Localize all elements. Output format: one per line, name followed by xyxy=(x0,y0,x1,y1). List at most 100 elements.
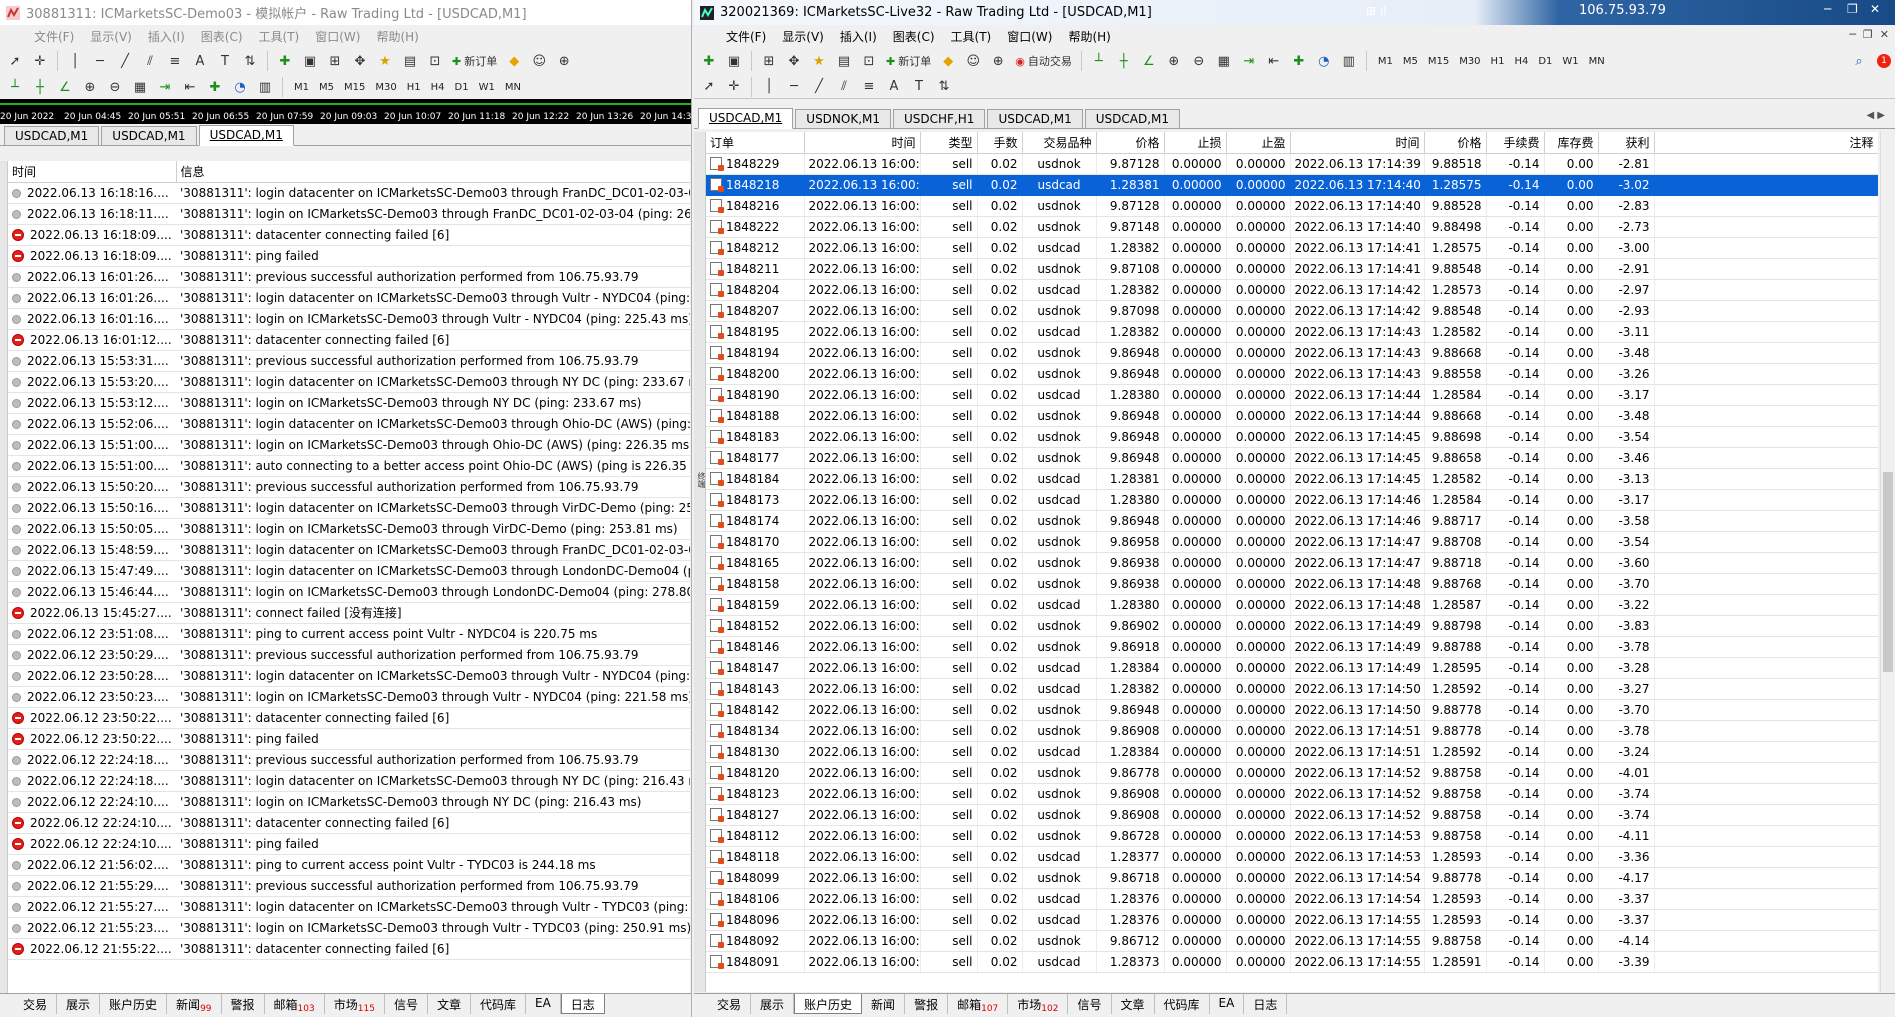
mdi-controls[interactable]: ─ ❐ ✕ xyxy=(1849,28,1889,41)
journal-row[interactable]: 2022.06.12 23:51:08.... '30881311': ping … xyxy=(8,623,690,645)
new-order-button[interactable]: ✚ 新订单 xyxy=(883,50,934,72)
profiles-icon[interactable]: ▣ xyxy=(723,50,745,72)
bottom-tab[interactable]: 市场115 xyxy=(325,994,385,1014)
templates-icon[interactable]: ▥ xyxy=(254,76,276,98)
history-scrollbar[interactable] xyxy=(1880,132,1895,992)
label-icon[interactable]: T xyxy=(214,50,236,72)
market-watch-icon[interactable]: ⊞ xyxy=(758,50,780,72)
timeframe-button[interactable]: M5 xyxy=(314,82,339,93)
bottom-tab[interactable]: 信号 xyxy=(1068,994,1112,1014)
chart-tab[interactable]: USDCAD,M1 xyxy=(4,126,100,145)
restore-icon[interactable]: ❐ xyxy=(1847,2,1858,16)
channel-icon[interactable]: ⫽ xyxy=(833,76,855,98)
timeframe-button[interactable]: W1 xyxy=(1557,56,1583,67)
history-row[interactable]: 18481772022.06.13 16:00:30sell0.02usdnok… xyxy=(706,447,1878,469)
history-row[interactable]: 18481232022.06.13 16:00:26sell0.02usdnok… xyxy=(706,783,1878,805)
col-open-time[interactable]: 时间 xyxy=(804,132,921,154)
history-row[interactable]: 18481842022.06.13 16:00:31sell0.02usdcad… xyxy=(706,468,1878,490)
window-pin-icon[interactable]: ⊞ ıl xyxy=(1366,4,1387,18)
scrollbar-thumb[interactable] xyxy=(1883,472,1893,672)
journal-row[interactable]: 2022.06.13 15:45:27.... '30881311': conne… xyxy=(8,602,690,624)
chart-tab[interactable]: USDCAD,M1 xyxy=(987,109,1083,128)
col-symbol[interactable]: 交易品种 xyxy=(1022,132,1097,154)
favorites-icon[interactable]: ★ xyxy=(374,50,396,72)
history-row[interactable]: 18481272022.06.13 16:00:26sell0.02usdnok… xyxy=(706,804,1878,826)
chart-tab[interactable]: USDNOK,M1 xyxy=(795,109,892,128)
history-row[interactable]: 18481732022.06.13 16:00:30sell0.02usdcad… xyxy=(706,489,1878,511)
market-watch-icon[interactable]: ⊞ xyxy=(324,50,346,72)
chart-tab[interactable]: USDCAD,M1 xyxy=(198,125,294,146)
candle-chart-icon[interactable]: ┼ xyxy=(1113,50,1135,72)
trendline-icon[interactable]: ╱ xyxy=(808,76,830,98)
history-row[interactable]: 18481742022.06.13 16:00:30sell0.02usdnok… xyxy=(706,510,1878,532)
minimize-icon[interactable]: ─ xyxy=(1824,2,1831,16)
timeframe-button[interactable]: H1 xyxy=(402,82,426,93)
horizontal-line-icon[interactable]: ─ xyxy=(89,50,111,72)
terminal-side-handle[interactable] xyxy=(0,161,8,993)
journal-row[interactable]: 2022.06.12 23:50:22.... '30881311': datac… xyxy=(8,707,690,729)
navigator-icon[interactable]: ✥ xyxy=(349,50,371,72)
bottom-tab[interactable]: 展示 xyxy=(57,994,101,1014)
timeframe-button[interactable]: M30 xyxy=(370,82,401,93)
history-row[interactable]: 18481472022.06.13 16:00:28sell0.02usdcad… xyxy=(706,657,1878,679)
menu-item[interactable]: 图表(C) xyxy=(193,28,251,45)
bottom-tab[interactable]: 交易 xyxy=(708,994,752,1014)
journal-row[interactable]: 2022.06.12 22:24:18.... '30881311': previ… xyxy=(8,749,690,771)
menu-item[interactable]: 帮助(H) xyxy=(1060,28,1118,45)
timeframe-button[interactable]: M1 xyxy=(289,82,314,93)
timeframe-button[interactable]: D1 xyxy=(450,82,474,93)
autotrade-button[interactable]: ◉ 自动交易 xyxy=(1012,50,1075,72)
indicators-icon[interactable]: ✚ xyxy=(204,76,226,98)
bottom-tab[interactable]: 警报 xyxy=(222,994,265,1014)
terminal-icon[interactable]: ▤ xyxy=(833,50,855,72)
tester-icon[interactable]: ⊡ xyxy=(858,50,880,72)
timeframe-button[interactable]: MN xyxy=(1584,56,1610,67)
timeframe-button[interactable]: H4 xyxy=(1509,56,1533,67)
col-time[interactable]: 时间 xyxy=(8,161,177,183)
timeframe-button[interactable]: MN xyxy=(500,82,526,93)
menu-item[interactable]: 工具(T) xyxy=(251,28,308,45)
journal-row[interactable]: 2022.06.12 21:55:22.... '30881311': datac… xyxy=(8,938,690,960)
history-row[interactable]: 18481902022.06.13 16:00:31sell0.02usdcad… xyxy=(706,384,1878,406)
timeframe-button[interactable]: M15 xyxy=(1423,56,1454,67)
col-stop-loss[interactable]: 止损 xyxy=(1164,132,1227,154)
notification-icon[interactable]: 1 xyxy=(1873,50,1895,72)
bottom-tab[interactable]: 交易 xyxy=(14,994,58,1014)
col-message[interactable]: 信息 xyxy=(176,161,690,183)
arrows-icon[interactable]: ⇅ xyxy=(933,76,955,98)
journal-row[interactable]: 2022.06.13 16:18:16.... '30881311': login… xyxy=(8,182,690,204)
history-row[interactable]: 18482042022.06.13 16:00:33sell0.02usdcad… xyxy=(706,279,1878,301)
journal-row[interactable]: 2022.06.12 23:50:22.... '30881311': ping … xyxy=(8,728,690,750)
history-row[interactable]: 18481432022.06.13 16:00:27sell0.02usdcad… xyxy=(706,678,1878,700)
zoom-out-icon[interactable]: ⊖ xyxy=(1188,50,1210,72)
bottom-tab[interactable]: 邮箱107 xyxy=(948,994,1009,1014)
history-row[interactable]: 18482122022.06.13 16:00:33sell0.02usdcad… xyxy=(706,237,1878,259)
journal-row[interactable]: 2022.06.13 15:46:44.... '30881311': login… xyxy=(8,581,690,603)
col-close-price[interactable]: 价格 xyxy=(1424,132,1487,154)
history-row[interactable]: 18481342022.06.13 16:00:27sell0.02usdnok… xyxy=(706,720,1878,742)
bottom-tab[interactable]: 账户历史 xyxy=(100,994,168,1014)
menu-item[interactable]: 图表(C) xyxy=(885,28,943,45)
search-icon[interactable]: ⌕ xyxy=(1848,50,1870,72)
col-take-profit[interactable]: 止盈 xyxy=(1226,132,1291,154)
cursor-icon[interactable]: ➚ xyxy=(698,76,720,98)
indicators-icon[interactable]: ✚ xyxy=(1288,50,1310,72)
autotrade-icon[interactable]: ☺ xyxy=(528,50,550,72)
journal-row[interactable]: 2022.06.13 15:53:20.... '30881311': login… xyxy=(8,371,690,393)
journal-row[interactable]: 2022.06.13 15:51:00.... '30881311': auto … xyxy=(8,455,690,477)
menu-item[interactable]: 窗口(W) xyxy=(307,28,368,45)
timeframe-button[interactable]: D1 xyxy=(1533,56,1557,67)
journal-row[interactable]: 2022.06.13 16:18:09.... '30881311': ping … xyxy=(8,245,690,267)
history-row[interactable]: 18481522022.06.13 16:00:28sell0.02usdnok… xyxy=(706,615,1878,637)
journal-row[interactable]: 2022.06.13 16:01:16.... '30881311': login… xyxy=(8,308,690,330)
terminal-icon[interactable]: ▤ xyxy=(399,50,421,72)
new-order-button[interactable]: ✚ 新订单 xyxy=(449,50,500,72)
history-row[interactable]: 18482162022.06.13 16:00:34sell0.02usdnok… xyxy=(706,195,1878,217)
journal-row[interactable]: 2022.06.13 15:53:31.... '30881311': previ… xyxy=(8,350,690,372)
timeframe-button[interactable]: H4 xyxy=(426,82,450,93)
menu-item[interactable]: 显示(V) xyxy=(774,28,832,45)
journal-row[interactable]: 2022.06.12 21:55:27.... '30881311': login… xyxy=(8,896,690,918)
options-icon[interactable]: ☺ xyxy=(962,50,984,72)
journal-row[interactable]: 2022.06.12 22:24:10.... '30881311': ping … xyxy=(8,833,690,855)
journal-row[interactable]: 2022.06.12 21:55:29.... '30881311': previ… xyxy=(8,875,690,897)
